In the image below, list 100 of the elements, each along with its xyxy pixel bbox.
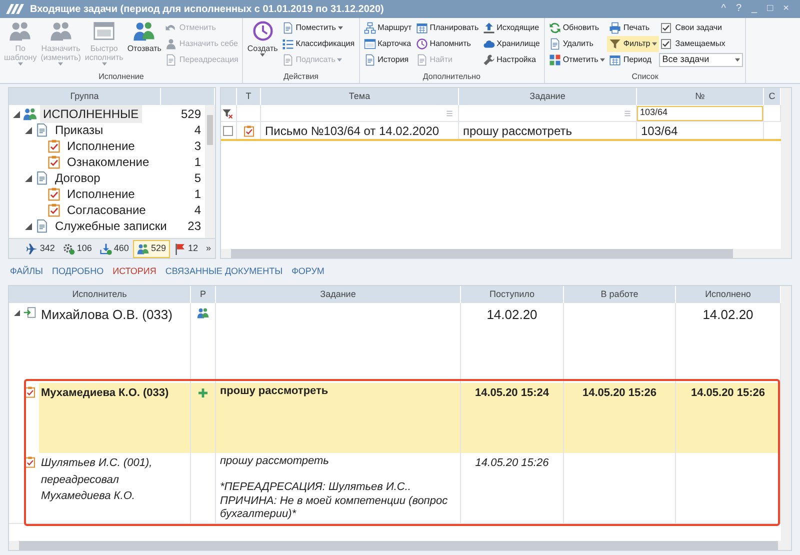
filter-button[interactable]: 12 <box>170 240 202 258</box>
logo-icon <box>6 4 24 14</box>
filter-clear-icon <box>222 108 233 118</box>
tab[interactable]: СВЯЗАННЫЕ ДОКУМЕНТЫ <box>165 265 283 279</box>
tree-item[interactable]: Исполнение <box>64 137 138 155</box>
tab[interactable]: ФОРУМ <box>292 265 324 279</box>
column-header[interactable]: Тема <box>261 88 459 105</box>
checkbox[interactable] <box>223 126 233 136</box>
expander-icon[interactable] <box>25 126 32 134</box>
tab[interactable]: ИСТОРИЯ <box>112 265 156 279</box>
column-header[interactable]: Задание <box>459 88 637 105</box>
dropdown[interactable]: Все задачи <box>659 53 744 67</box>
tree-item[interactable]: Исполнение <box>64 185 138 203</box>
filter-button[interactable]: 106 <box>58 240 96 258</box>
flag-icon <box>174 242 186 254</box>
people-icon <box>136 242 149 254</box>
ribbon-button[interactable]: Поместить <box>280 20 357 36</box>
column-header[interactable]: Поступило <box>461 286 564 303</box>
ribbon-button[interactable]: Хранилище <box>480 36 542 52</box>
scrollbar[interactable] <box>781 286 791 541</box>
list-icon <box>282 38 294 50</box>
caret-icon <box>260 53 266 57</box>
plane-icon <box>26 242 38 254</box>
document-icon <box>35 219 49 233</box>
tab[interactable]: ПОДРОБНО <box>52 265 104 279</box>
tree-item[interactable]: Согласование <box>64 201 149 219</box>
document-icon <box>165 54 178 66</box>
group-label: Действия <box>282 72 320 83</box>
group-label: Исполнение <box>98 72 145 83</box>
expander-icon[interactable] <box>25 222 32 230</box>
filter-menu-icon <box>623 108 632 118</box>
ribbon-button[interactable]: Отметить <box>546 52 608 68</box>
task-icon <box>47 187 61 201</box>
caret-icon <box>58 62 64 66</box>
task-icon <box>47 139 61 153</box>
item-count: 1 <box>194 186 202 203</box>
column-header[interactable]: Исполнено <box>676 286 781 303</box>
column-header[interactable]: Исполнитель <box>9 286 191 303</box>
ribbon-button[interactable]: Печать <box>607 20 660 36</box>
column-header[interactable]: Задание <box>216 286 461 303</box>
item-count: 529 <box>180 106 202 123</box>
ribbon-button[interactable]: Отозвать <box>125 19 164 72</box>
ribbon-button[interactable]: Фильтр <box>607 36 660 52</box>
arrow-in-icon <box>23 306 36 319</box>
caret-icon <box>102 62 107 66</box>
gear-icon <box>62 242 75 254</box>
ribbon-button[interactable]: История <box>362 52 414 68</box>
task-icon <box>242 124 254 136</box>
ribbon-button[interactable]: Удалить <box>546 36 608 52</box>
column-header[interactable]: В работе <box>564 286 676 303</box>
tree-item[interactable]: Договор <box>52 169 104 187</box>
tree-item[interactable]: Ознакомление <box>64 153 152 171</box>
document-icon <box>364 54 376 66</box>
checkbox[interactable] <box>661 39 672 49</box>
table-cell-text: прошу рассмотреть <box>463 122 572 139</box>
tab[interactable]: ФАЙЛЫ <box>10 265 43 279</box>
checkbox[interactable] <box>661 23 672 33</box>
item-count: 1 <box>194 154 202 171</box>
table-cell-text: 103/64 <box>641 122 678 139</box>
scrollbar[interactable] <box>9 541 791 550</box>
item-count: 4 <box>194 202 202 219</box>
scrollbar[interactable] <box>205 105 215 238</box>
scrollbar[interactable] <box>781 88 791 249</box>
filter-button[interactable]: 460 <box>96 240 133 258</box>
ribbon-button[interactable]: Маршрут <box>362 20 414 36</box>
tree-item[interactable]: Приказы <box>52 121 106 139</box>
ribbon-button[interactable]: Исходящие <box>480 20 542 36</box>
caret-icon <box>600 58 606 62</box>
expander-icon[interactable] <box>14 310 20 316</box>
caret-icon <box>735 58 740 62</box>
column-header[interactable]: Р <box>191 286 216 303</box>
ribbon-button[interactable]: Планировать <box>414 20 481 36</box>
column-header[interactable]: № <box>637 88 764 105</box>
ribbon-button[interactable]: Создать <box>245 19 280 72</box>
people-icon <box>50 20 72 42</box>
people-icon <box>197 307 209 319</box>
ribbon-button[interactable]: Обновить <box>546 20 608 36</box>
filter-field[interactable]: 103/64 <box>637 106 763 120</box>
expander-icon[interactable] <box>25 174 32 182</box>
ribbon-button[interactable]: Напомнить <box>414 36 481 52</box>
wrench-icon <box>482 54 495 66</box>
ribbon-button[interactable]: Настройка <box>480 52 542 68</box>
group-label: Дополнительно <box>422 72 482 83</box>
more-button[interactable]: » <box>202 240 215 258</box>
refresh-icon <box>548 22 561 34</box>
filter-button[interactable]: 529 <box>132 240 170 258</box>
document-icon <box>35 123 49 137</box>
column-header[interactable]: С <box>764 88 781 105</box>
ribbon-button[interactable]: Карточка <box>362 36 414 52</box>
column-header[interactable]: Т <box>237 88 261 105</box>
item-count: 5 <box>194 170 202 187</box>
tree-item[interactable]: Служебные записки <box>52 217 170 235</box>
caret-icon <box>652 42 658 46</box>
ribbon-button[interactable]: Классификация <box>280 36 357 52</box>
filter-button[interactable]: 342 <box>22 240 59 258</box>
expander-icon[interactable] <box>13 110 20 118</box>
scrollbar[interactable] <box>221 249 791 258</box>
ribbon-button[interactable]: Период <box>607 52 660 68</box>
document-icon <box>416 54 428 66</box>
tree-item[interactable]: ИСПОЛНЕННЫЕ <box>40 105 142 123</box>
